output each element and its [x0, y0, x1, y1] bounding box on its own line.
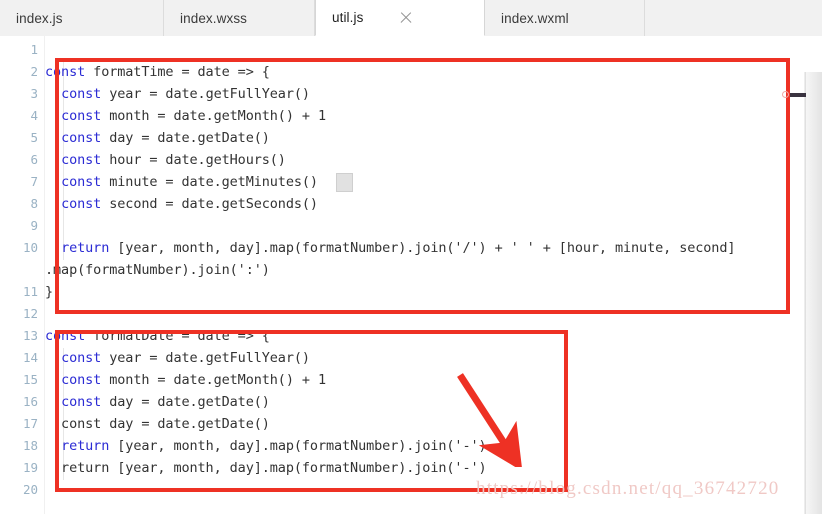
line-number: 1 — [30, 42, 38, 57]
line-number: 18 — [22, 438, 38, 453]
watermark-text: https://blog.csdn.net/qq_36742720 — [476, 478, 780, 499]
tab-util-js[interactable]: util.js — [315, 0, 485, 36]
formatDate-highlight-box — [55, 330, 568, 492]
line-number: 14 — [22, 350, 38, 365]
tab-label: index.wxml — [501, 10, 569, 26]
tab-index-wxss[interactable]: index.wxss — [164, 0, 315, 36]
line-number: 15 — [22, 372, 38, 387]
line-number: 19 — [22, 460, 38, 475]
close-icon[interactable] — [399, 11, 413, 25]
editor-tab-bar: index.js index.wxss util.js index.wxml — [0, 0, 822, 36]
tab-index-wxml[interactable]: index.wxml — [485, 0, 645, 36]
formatTime-highlight-box — [55, 58, 790, 314]
line-number: 2 — [30, 64, 38, 79]
line-number: 4 — [30, 108, 38, 123]
vertical-scrollbar[interactable] — [805, 72, 822, 514]
line-number: 10 — [22, 240, 38, 255]
code-line[interactable]: } — [45, 281, 53, 303]
tab-index-js[interactable]: index.js — [0, 0, 164, 36]
line-number: 13 — [22, 328, 38, 343]
line-number: 12 — [22, 306, 38, 321]
line-number: 16 — [22, 394, 38, 409]
change-marker — [790, 93, 806, 97]
tab-label: index.js — [16, 10, 63, 26]
line-number: 3 — [30, 86, 38, 101]
line-number-gutter: 1 2 3 4 5 6 7 8 9 10 11 12 13 14 15 16 1… — [0, 36, 44, 514]
line-number: 5 — [30, 130, 38, 145]
tab-label: util.js — [332, 10, 364, 25]
line-number: 6 — [30, 152, 38, 167]
tab-bar-filler — [645, 0, 822, 36]
line-number: 9 — [30, 218, 38, 233]
line-number: 8 — [30, 196, 38, 211]
tab-label: index.wxss — [180, 10, 248, 26]
line-number: 11 — [22, 284, 38, 299]
line-number: 7 — [30, 174, 38, 189]
fold-indicator-icon[interactable] — [782, 91, 789, 98]
line-number: 17 — [22, 416, 38, 431]
line-number: 20 — [22, 482, 38, 497]
